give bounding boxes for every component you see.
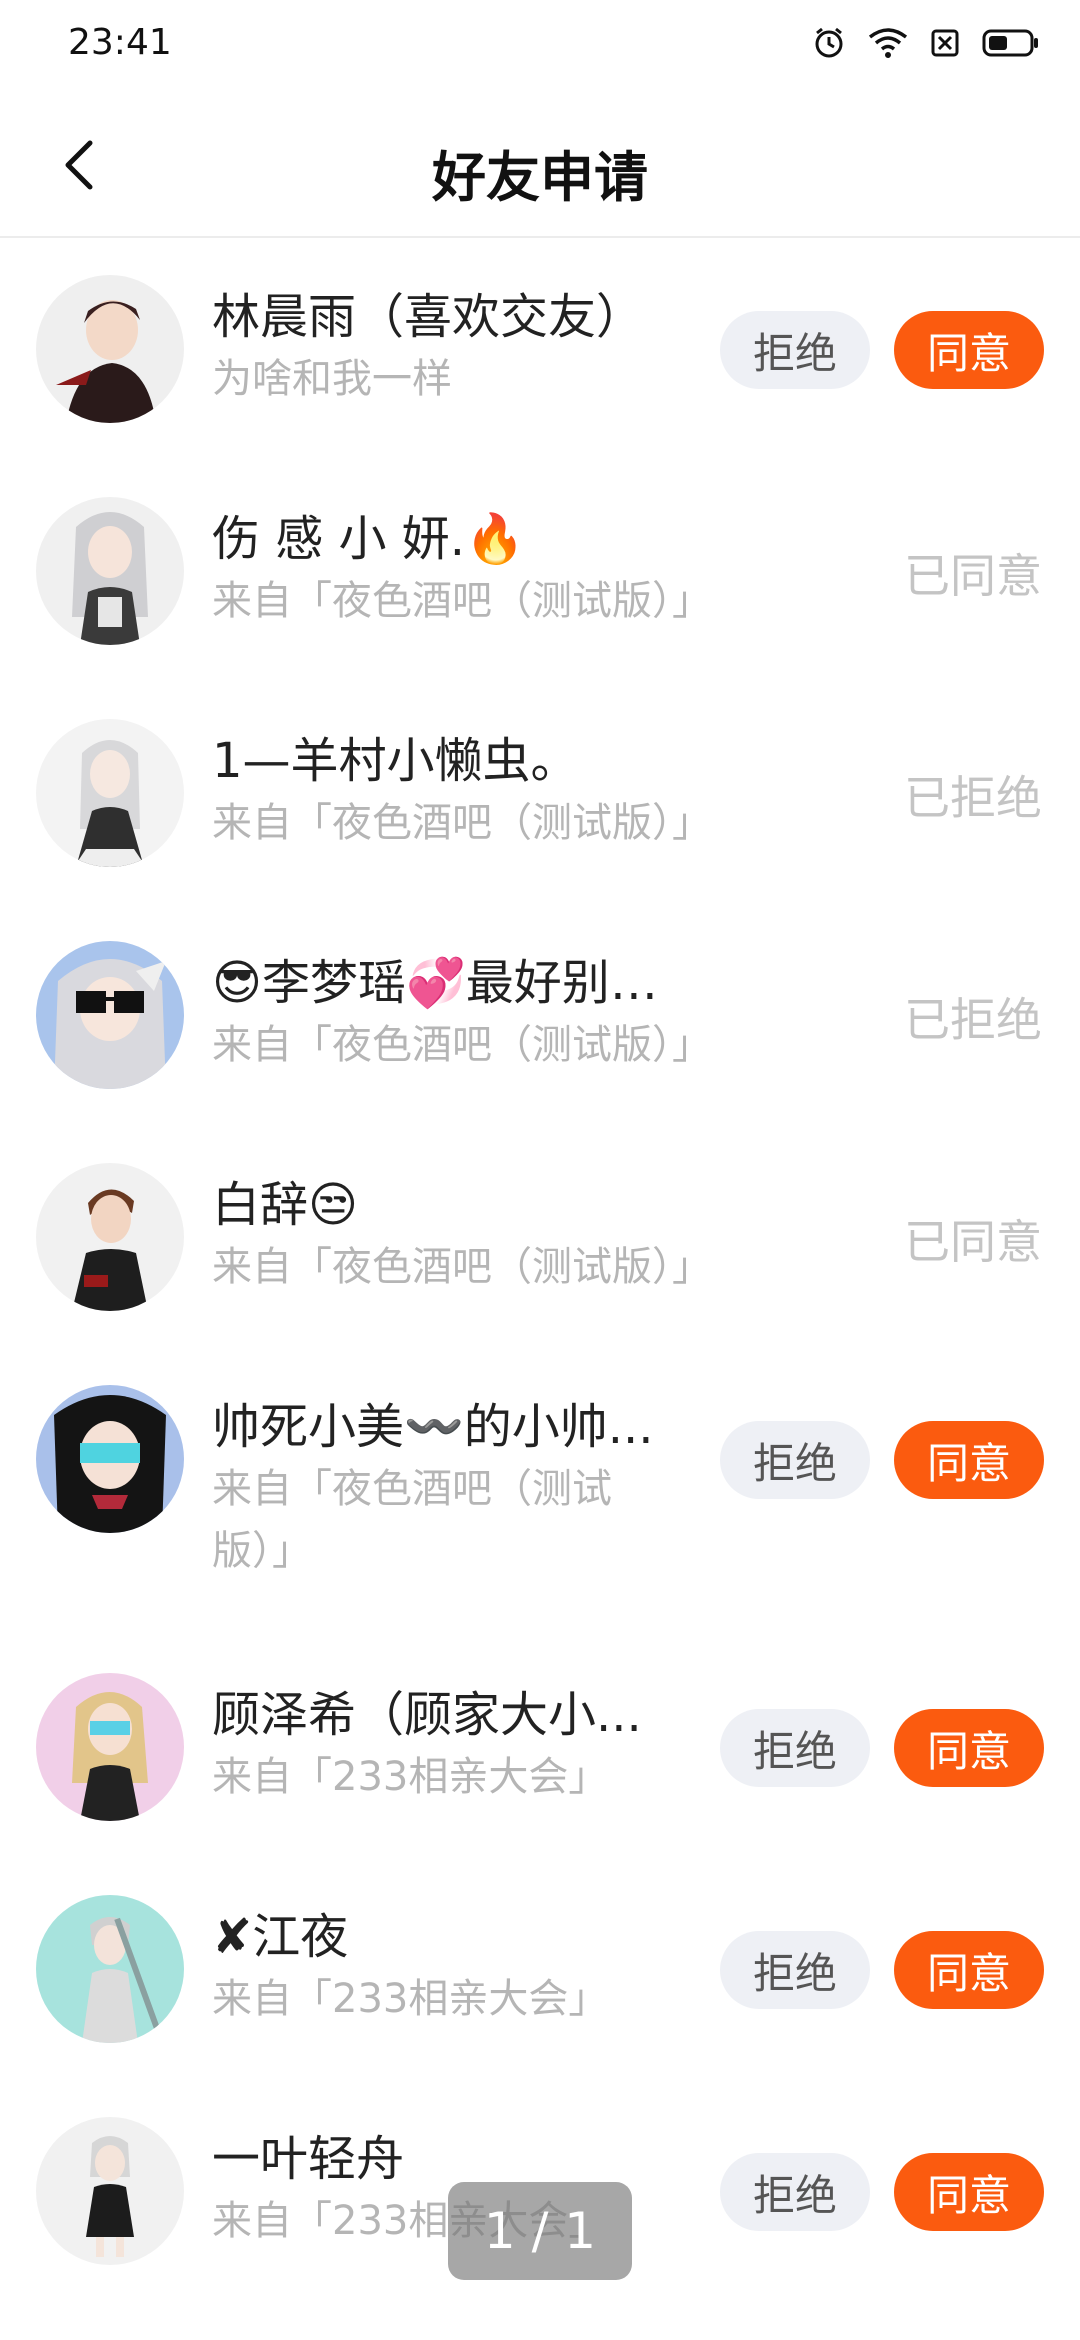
status-icons (812, 26, 1040, 60)
requester-name: 1—羊村小懒虫。 (212, 733, 579, 789)
list-item[interactable]: 白辞😒 来自「夜色酒吧（测试版）」 已同意 (0, 1126, 1080, 1348)
requester-name: 一叶轻舟 (212, 2131, 405, 2187)
friend-request-list: 林晨雨（喜欢交友） 为啥和我一样 拒绝 同意 伤 感 小 妍.🔥 来自「夜色酒吧… (0, 238, 1080, 2302)
request-source: 来自「夜色酒吧（测试版）」 (212, 1022, 712, 1068)
avatar[interactable] (36, 1385, 184, 1533)
list-item[interactable]: 帅死小美〰️的小帅... 来自「夜色酒吧（测试版）」 拒绝 同意 (0, 1348, 1080, 1636)
avatar[interactable] (36, 719, 184, 867)
request-info: 白辞😒 来自「夜色酒吧（测试版）」 (212, 1174, 712, 1298)
request-info: ✘江夜 来自「233相亲大会」 (212, 1906, 692, 2030)
reject-button[interactable]: 拒绝 (720, 1421, 870, 1499)
status-bar: 23:41 (0, 0, 1080, 95)
sim-off-icon (930, 28, 960, 58)
request-status: 已拒绝 (904, 993, 1042, 1047)
avatar[interactable] (36, 497, 184, 645)
request-info: 顾泽希（顾家大小... 来自「233相亲大会」 (212, 1684, 692, 1808)
page-indicator: 1 / 1 (448, 2182, 632, 2280)
request-status: 已同意 (904, 549, 1042, 603)
request-source: 来自「夜色酒吧（测试版）」 (212, 1466, 612, 1574)
reject-button[interactable]: 拒绝 (720, 1931, 870, 2009)
request-info: 😎李梦瑶💞最好别惹我。 来自「夜色酒吧（测试版）」 (212, 952, 712, 1076)
accept-button[interactable]: 同意 (894, 1421, 1044, 1499)
list-item[interactable]: ✘江夜 来自「233相亲大会」 拒绝 同意 (0, 1858, 1080, 2080)
requester-name: 林晨雨（喜欢交友） (212, 289, 645, 345)
reject-button[interactable]: 拒绝 (720, 2153, 870, 2231)
requester-name: 伤 感 小 妍.🔥 (212, 511, 525, 567)
request-source: 为啥和我一样 (212, 356, 452, 402)
request-source: 来自「夜色酒吧（测试版）」 (212, 578, 712, 624)
request-info: 1—羊村小懒虫。 来自「夜色酒吧（测试版）」 (212, 730, 712, 854)
battery-icon (982, 28, 1040, 58)
request-info: 伤 感 小 妍.🔥 来自「夜色酒吧（测试版）」 (212, 508, 712, 632)
requester-name: 帅死小美〰️的小帅... (212, 1399, 654, 1455)
avatar[interactable] (36, 1163, 184, 1311)
wifi-icon (868, 27, 908, 59)
avatar[interactable] (36, 2117, 184, 2265)
status-time: 23:41 (68, 22, 172, 63)
request-source: 来自「233相亲大会」 (212, 1976, 609, 2022)
nav-bar: 好友申请 (0, 95, 1080, 238)
request-status: 已拒绝 (904, 771, 1042, 825)
request-status: 已同意 (904, 1215, 1042, 1269)
accept-button[interactable]: 同意 (894, 311, 1044, 389)
avatar[interactable] (36, 1895, 184, 2043)
alarm-icon (812, 26, 846, 60)
avatar[interactable] (36, 941, 184, 1089)
accept-button[interactable]: 同意 (894, 2153, 1044, 2231)
requester-name: 顾泽希（顾家大小... (212, 1687, 642, 1743)
accept-button[interactable]: 同意 (894, 1931, 1044, 2009)
requester-name: ✘江夜 (212, 1909, 349, 1965)
request-source: 来自「夜色酒吧（测试版）」 (212, 1244, 712, 1290)
accept-button[interactable]: 同意 (894, 1709, 1044, 1787)
list-item[interactable]: 😎李梦瑶💞最好别惹我。 来自「夜色酒吧（测试版）」 已拒绝 (0, 904, 1080, 1126)
avatar[interactable] (36, 275, 184, 423)
request-info: 林晨雨（喜欢交友） 为啥和我一样 (212, 286, 692, 410)
request-source: 来自「夜色酒吧（测试版）」 (212, 800, 712, 846)
list-item[interactable]: 林晨雨（喜欢交友） 为啥和我一样 拒绝 同意 (0, 238, 1080, 460)
page-title: 好友申请 (432, 146, 648, 209)
reject-button[interactable]: 拒绝 (720, 1709, 870, 1787)
list-item[interactable]: 1—羊村小懒虫。 来自「夜色酒吧（测试版）」 已拒绝 (0, 682, 1080, 904)
request-source: 来自「233相亲大会」 (212, 1754, 609, 1800)
list-item[interactable]: 伤 感 小 妍.🔥 来自「夜色酒吧（测试版）」 已同意 (0, 460, 1080, 682)
requester-name: 白辞😒 (212, 1177, 359, 1233)
requester-name: 😎李梦瑶💞最好别惹我。 (212, 955, 692, 1011)
request-info: 帅死小美〰️的小帅... 来自「夜色酒吧（测试版）」 (212, 1396, 692, 1582)
reject-button[interactable]: 拒绝 (720, 311, 870, 389)
avatar[interactable] (36, 1673, 184, 1821)
list-item[interactable]: 顾泽希（顾家大小... 来自「233相亲大会」 拒绝 同意 (0, 1636, 1080, 1858)
